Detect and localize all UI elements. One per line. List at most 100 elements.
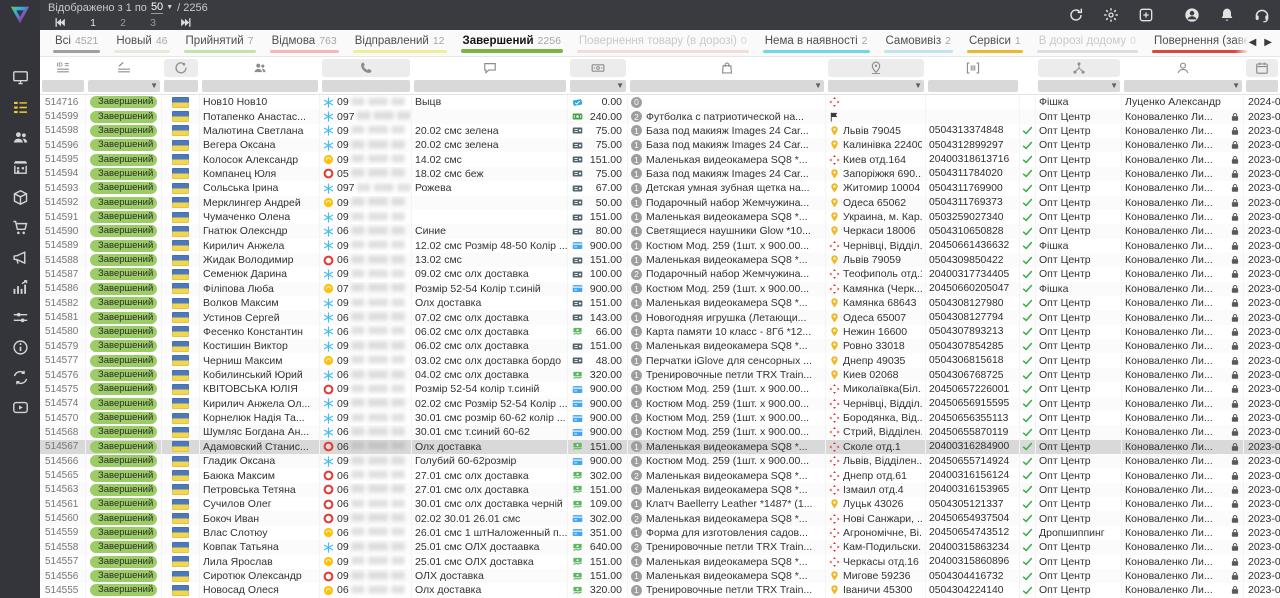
sidebar-item-campaigns[interactable] — [0, 242, 40, 272]
tab-прийнятий[interactable]: Прийнятий7 — [177, 30, 263, 56]
status-badge[interactable]: Завершений — [90, 297, 157, 309]
status-badge[interactable]: Завершений — [90, 556, 157, 568]
column-header-source[interactable] — [162, 57, 200, 79]
table-row[interactable]: 514579ЗавершенийКостишин Виктор0900 000 … — [40, 339, 1280, 353]
status-badge[interactable]: Завершений — [90, 197, 157, 209]
table-row[interactable]: 514567ЗавершенийАдамовский Станис...0600… — [40, 440, 1280, 454]
filter-input-source[interactable] — [164, 80, 198, 92]
status-badge[interactable]: Завершений — [90, 527, 157, 539]
tab-в-дорозі-додому[interactable]: В дорозі додому0 — [1030, 30, 1145, 56]
tab-сервіси[interactable]: Сервіси1 — [960, 30, 1030, 56]
column-header-client[interactable] — [200, 57, 320, 79]
sidebar-item-automation[interactable] — [0, 302, 40, 332]
filter-dropdown-icon[interactable]: ▼ — [150, 80, 158, 92]
table-row[interactable]: 514568ЗавершенийШумляс Богдана Ан...0600… — [40, 425, 1280, 439]
filter-input-tracking[interactable] — [928, 80, 1018, 92]
table-row[interactable]: 514558ЗавершенийКовпак Татьяна0900 000 0… — [40, 540, 1280, 554]
table-row[interactable]: 514598ЗавершенийМалютина Светлана0900 00… — [40, 124, 1280, 138]
filter-input-channel[interactable] — [1038, 80, 1120, 92]
status-badge[interactable]: Завершений — [90, 268, 157, 280]
status-badge[interactable]: Завершений — [90, 96, 157, 108]
filter-input-phone[interactable] — [322, 80, 410, 92]
sidebar-item-products[interactable] — [0, 182, 40, 212]
filter-dropdown-icon[interactable]: ▼ — [1232, 80, 1240, 92]
table-row[interactable]: 514555ЗавершенийНовосад Олеся0600 000 00… — [40, 583, 1280, 597]
filter-input-id[interactable] — [42, 80, 84, 92]
tab-самовивіз[interactable]: Самовивіз2 — [877, 30, 960, 56]
column-header-id[interactable]: ID — [40, 57, 86, 79]
table-row[interactable]: 514560ЗавершенийБокоч Иван0900 000 0002.… — [40, 511, 1280, 525]
status-badge[interactable]: Завершений — [90, 584, 157, 596]
table-row[interactable]: 514586ЗавершенийФіліпова Люба0700 000 00… — [40, 282, 1280, 296]
first-page-button[interactable] — [54, 16, 67, 29]
table-row[interactable]: 514581ЗавершенийУстинов Сергей0600 000 0… — [40, 310, 1280, 324]
add-order-button[interactable] — [1138, 7, 1154, 23]
status-badge[interactable]: Завершений — [90, 383, 157, 395]
tab-завершений[interactable]: Завершений2256 — [454, 30, 570, 56]
table-row[interactable]: 514556ЗавершенийСиротюк Олександр0900 00… — [40, 569, 1280, 583]
status-badge[interactable]: Завершений — [90, 369, 157, 381]
last-page-button[interactable] — [179, 16, 192, 29]
sidebar-item-clients[interactable] — [0, 122, 40, 152]
tab-всі[interactable]: Всі4521 — [46, 30, 107, 56]
sidebar-item-marketplace[interactable] — [0, 152, 40, 182]
column-header-date[interactable] — [1244, 57, 1280, 79]
column-header-manager[interactable] — [1122, 57, 1244, 79]
status-badge[interactable]: Завершений — [90, 283, 157, 295]
tab-новый[interactable]: Новый46 — [107, 30, 176, 56]
table-row[interactable]: 514582ЗавершенийВолков Максим0900 000 00… — [40, 296, 1280, 310]
status-badge[interactable]: Завершений — [90, 441, 157, 453]
table-row[interactable]: 514592ЗавершенийМерклингер Андрей0900 00… — [40, 196, 1280, 210]
status-badge[interactable]: Завершений — [90, 254, 157, 266]
column-header-payment[interactable] — [568, 57, 628, 79]
support-button[interactable] — [1254, 7, 1270, 23]
status-badge[interactable]: Завершений — [90, 168, 157, 180]
app-logo[interactable] — [0, 0, 40, 30]
column-header-city[interactable] — [826, 57, 926, 79]
column-header-product[interactable] — [628, 57, 826, 79]
column-header-comment[interactable] — [412, 57, 568, 79]
table-row[interactable]: 514575ЗавершенийКВІТОВСЬКА ЮЛІЯ0900 000 … — [40, 382, 1280, 396]
table-row[interactable]: 514589ЗавершенийКирилич Анжела0900 000 0… — [40, 239, 1280, 253]
table-row[interactable]: 514577ЗавершенийЧерниш Максим0900 000 00… — [40, 353, 1280, 367]
status-badge[interactable]: Завершений — [90, 340, 157, 352]
status-badge[interactable]: Завершений — [90, 225, 157, 237]
status-badge[interactable]: Завершений — [90, 513, 157, 525]
page-number-2[interactable]: 2 — [119, 17, 127, 29]
table-row[interactable]: 514591ЗавершенийЧумаченко Олена0900 000 … — [40, 210, 1280, 224]
filter-dropdown-icon[interactable]: ▼ — [814, 80, 822, 92]
table-row[interactable]: 514565ЗавершенийБаюка Максим0600 000 002… — [40, 468, 1280, 482]
table-row[interactable]: 514563ЗавершенийПетровська Тетяна0600 00… — [40, 483, 1280, 497]
sidebar-item-statistics[interactable] — [0, 272, 40, 302]
table-row[interactable]: 514593ЗавершенийСольська Ірина09700 000 … — [40, 181, 1280, 195]
table-row[interactable]: 514557ЗавершенийЛила Ярослав0900 000 002… — [40, 555, 1280, 569]
sidebar-item-orders[interactable] — [0, 92, 40, 122]
table-row[interactable]: 514574ЗавершенийКирилич Анжела Ол...0900… — [40, 397, 1280, 411]
filter-dropdown-icon[interactable]: ▼ — [914, 80, 922, 92]
table-row[interactable]: 514596ЗавершенийВегера Оксана0900 000 00… — [40, 138, 1280, 152]
status-badge[interactable]: Завершений — [90, 426, 157, 438]
table-row[interactable]: 514716ЗавершенийНов10 Нов100900 000 00Вы… — [40, 95, 1280, 109]
status-badge[interactable]: Завершений — [90, 398, 157, 410]
filter-dropdown-icon[interactable]: ▼ — [616, 80, 624, 92]
table-row[interactable]: 514580ЗавершенийФесенко Константин0600 0… — [40, 325, 1280, 339]
sidebar-item-purchases[interactable] — [0, 212, 40, 242]
tab-відмова[interactable]: Відмова763 — [263, 30, 346, 56]
tab-нема-в-наявності[interactable]: Нема в наявності2 — [756, 30, 877, 56]
table-row[interactable]: 514599ЗавершенийПотапенко Анастас...0970… — [40, 109, 1280, 123]
tabs-scroll-left-icon[interactable]: ◀ — [1249, 38, 1257, 48]
filter-dropdown-icon[interactable]: ▼ — [1110, 80, 1118, 92]
filter-input-city[interactable] — [828, 80, 924, 92]
status-badge[interactable]: Завершений — [90, 498, 157, 510]
table-row[interactable]: 514588ЗавершенийЖидак Володимир0600 000 … — [40, 253, 1280, 267]
table-row[interactable]: 514590ЗавершенийГнатюк Олексндр0600 000 … — [40, 224, 1280, 238]
status-badge[interactable]: Завершений — [90, 154, 157, 166]
column-header-tracking[interactable] — [926, 57, 1020, 79]
refresh-button[interactable] — [1068, 7, 1084, 23]
status-badge[interactable]: Завершений — [90, 182, 157, 194]
table-row[interactable]: 514595ЗавершенийКолосок Александр0900 00… — [40, 152, 1280, 166]
column-header-channel[interactable] — [1036, 57, 1122, 79]
filter-input-manager[interactable] — [1124, 80, 1242, 92]
notifications-button[interactable] — [1219, 7, 1235, 23]
status-badge[interactable]: Завершений — [90, 111, 157, 123]
